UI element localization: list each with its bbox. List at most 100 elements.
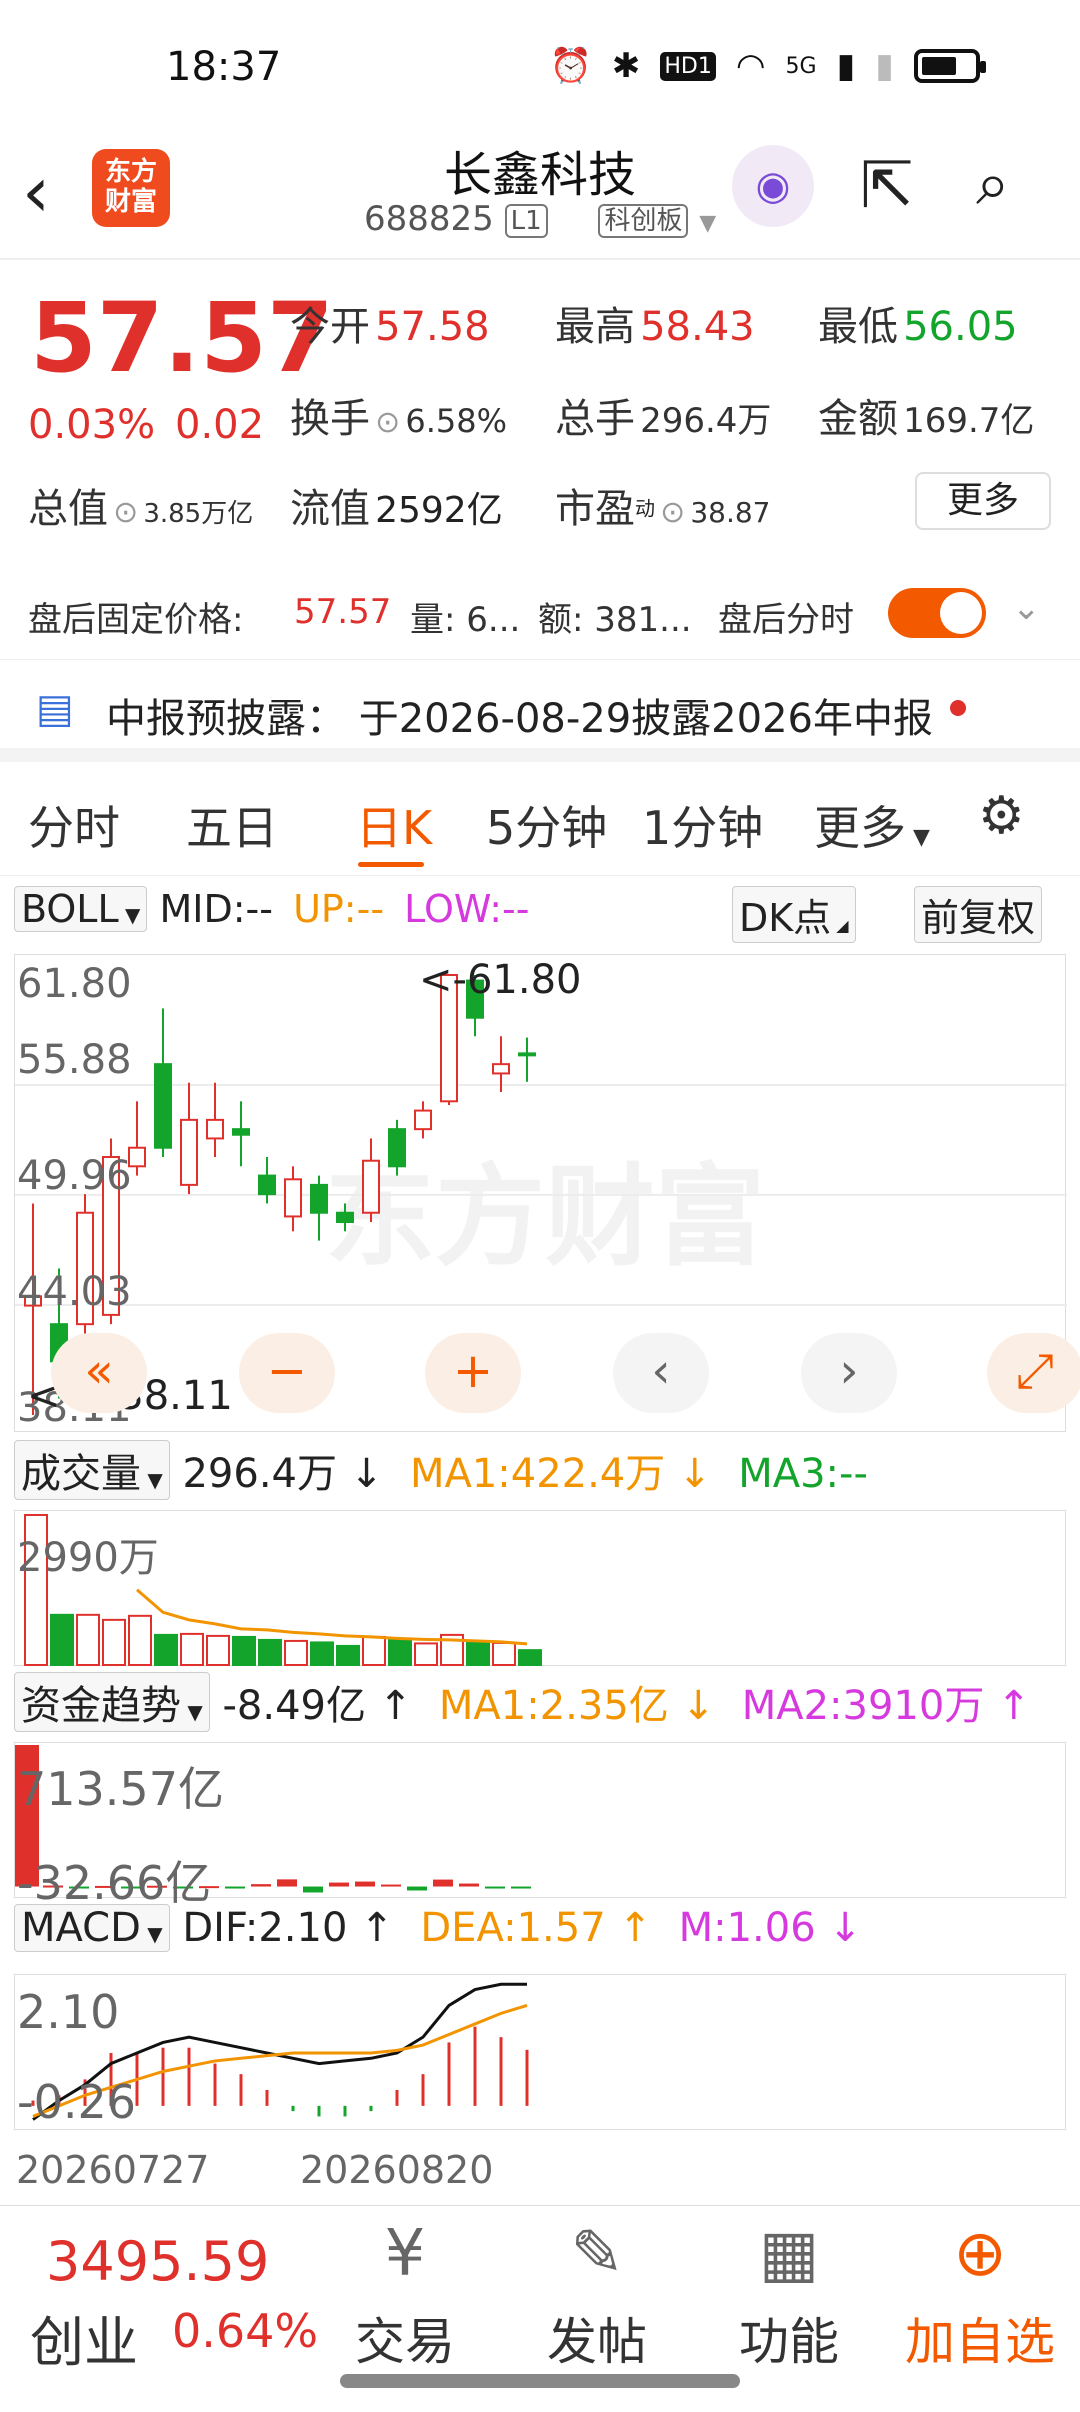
level-tag: L1: [504, 203, 548, 238]
fund-select[interactable]: 资金趋势 ▼: [14, 1672, 210, 1732]
low-label: 最低: [818, 304, 898, 350]
fund-bar: [511, 1886, 531, 1889]
tab-5min[interactable]: 5分钟: [486, 792, 607, 858]
macd-legend: MACD ▼ DIF:2.10 ↑ DEA:1.57 ↑ M:1.06 ↓: [14, 1904, 1074, 1964]
chevron-left-icon[interactable]: ‹: [613, 1333, 709, 1413]
tab-five-day[interactable]: 五日: [186, 792, 278, 858]
notice-text: 中报预披露： 于2026-08-29披露2026年中报: [106, 696, 933, 742]
volume-ma3: MA3:--: [738, 1451, 868, 1497]
volume-legend: 成交量 ▼ 296.4万 ↓ MA1:422.4万 ↓ MA3:--: [14, 1440, 1074, 1500]
fund-bar: [277, 1879, 297, 1887]
info-icon[interactable]: ⊙: [113, 495, 138, 530]
chevron-down-icon: ▼: [906, 825, 930, 850]
nav-function[interactable]: ▦ 功能: [714, 2206, 864, 2374]
fund-chart[interactable]: 713.57亿 -32.66亿: [14, 1742, 1066, 1910]
nav-post[interactable]: ✎ 发帖: [522, 2206, 672, 2374]
nav-post-label: 发帖: [547, 2313, 647, 2371]
mktcap-label: 总值: [28, 486, 108, 532]
edit-icon: ✎: [570, 2217, 624, 2291]
nav-add-watchlist-label: 加自选: [905, 2313, 1055, 2371]
tab-1min[interactable]: 1分钟: [642, 792, 763, 858]
mktcap-field: 总值 ⊙ 3.85万亿: [28, 476, 253, 534]
info-icon[interactable]: ⊙: [660, 495, 685, 530]
quote-panel: 57.57 0.03% 0.02 今开 57.58 最高 58.43 最低 56…: [0, 262, 1080, 572]
float-field: 流值 2592亿: [290, 476, 503, 534]
board-dropdown-icon[interactable]: ▼: [699, 211, 716, 236]
more-button[interactable]: 更多: [915, 472, 1051, 530]
tab-intraday[interactable]: 分时: [28, 792, 120, 858]
volume-label: 总手: [555, 396, 635, 442]
chevron-right-icon[interactable]: ›: [801, 1333, 897, 1413]
tab-daily-k[interactable]: 日K: [356, 792, 432, 858]
turnover-field: 换手 ⊙ 6.58%: [290, 386, 507, 444]
change-value: 0.02: [175, 402, 265, 448]
volume-bar: [518, 1649, 542, 1666]
chevron-down-icon[interactable]: ⌄: [1012, 588, 1041, 628]
zoom-out-button[interactable]: −: [239, 1333, 335, 1413]
pe-sup: 动: [635, 496, 655, 521]
after-hours-toggle[interactable]: [888, 588, 986, 638]
date-left: 20260727: [16, 2148, 210, 2192]
index-value[interactable]: 3495.59: [46, 2230, 269, 2293]
bluetooth-icon: ✱: [611, 46, 641, 86]
macd-select-label: MACD: [21, 1905, 141, 1951]
macd-dif: DIF:2.10 ↑: [182, 1905, 394, 1951]
macd-select[interactable]: MACD ▼: [14, 1904, 170, 1952]
index-name[interactable]: 创业: [30, 2298, 138, 2377]
kline-chart[interactable]: 东方财富 61.80 55.88 49.96 44.03 38.11 <-61.…: [14, 954, 1080, 1432]
candle-body: [518, 1052, 536, 1057]
status-time: 18:37: [166, 44, 282, 90]
unread-dot: [950, 700, 966, 716]
fund-ma2: MA2:3910万 ↑: [741, 1683, 1031, 1729]
nav-add-watchlist[interactable]: ⊕ 加自选: [890, 2206, 1070, 2374]
settings-gear-icon[interactable]: ⚙: [978, 786, 1025, 846]
volume-chart[interactable]: 2990万: [14, 1510, 1066, 1667]
trade-icon: ¥: [384, 2217, 426, 2291]
document-icon: ▤: [36, 686, 74, 732]
chevron-down-icon: ▼: [140, 1922, 163, 1946]
fund-axis-top: 713.57亿: [17, 1762, 224, 1816]
chevron-down-icon: ▼: [181, 1700, 203, 1724]
signal-empty-icon: ▮: [875, 46, 894, 86]
volume-bar: [284, 1639, 308, 1667]
after-hours-price: 57.57: [294, 592, 392, 632]
index-pct[interactable]: 0.64%: [172, 2304, 318, 2358]
macd-chart[interactable]: 2.10 -0.26: [14, 1974, 1066, 2130]
info-icon[interactable]: ⊙: [375, 405, 400, 440]
indicator-select[interactable]: BOLL ▼: [14, 886, 148, 932]
zoom-in-button[interactable]: +: [425, 1333, 521, 1413]
expand-icon[interactable]: ⤢: [987, 1333, 1080, 1413]
low-value: 56.05: [903, 304, 1018, 350]
assistant-avatar[interactable]: ◉: [732, 145, 814, 227]
low-field: 最低 56.05: [818, 294, 1018, 352]
nav-trade[interactable]: ¥ 交易: [330, 2206, 480, 2374]
boll-low: LOW:--: [404, 887, 530, 931]
candle-body: [336, 1211, 354, 1224]
after-hours-label: 盘后固定价格:: [28, 600, 244, 640]
stock-header: ‹ 东方 财富 长鑫科技 688825 L1 科创板 ▼ ◉ ⇱ ⌕: [0, 135, 1080, 260]
chevron-down-icon: ▼: [141, 1468, 163, 1492]
board-tag[interactable]: 科创板: [598, 203, 689, 238]
volume-select[interactable]: 成交量 ▼: [14, 1440, 170, 1500]
home-indicator[interactable]: [340, 2374, 740, 2388]
scroll-left-icon[interactable]: «: [51, 1333, 147, 1413]
macd-svg: [31, 1982, 529, 2121]
pe-field: 市盈动 ⊙ 38.87: [555, 476, 771, 534]
fund-bar: [381, 1884, 401, 1887]
volume-axis-top: 2990万: [17, 1535, 159, 1581]
plus-circle-icon: ⊕: [953, 2217, 1007, 2291]
notice-bar[interactable]: ▤ 中报预披露： 于2026-08-29披露2026年中报: [0, 662, 1080, 762]
tab-more[interactable]: 更多 ▼: [814, 792, 930, 858]
volume-bar: [206, 1634, 230, 1666]
volume-bar: [466, 1641, 490, 1666]
dk-point-button[interactable]: DK点 ◢: [732, 886, 856, 943]
signal-label: 5G: [785, 53, 817, 79]
corner-icon: ◢: [831, 916, 849, 935]
search-icon[interactable]: ⌕: [976, 149, 1010, 219]
volume-bar: [50, 1613, 74, 1667]
indicator-label: BOLL: [21, 887, 119, 931]
volume-select-label: 成交量: [21, 1451, 141, 1497]
grid-icon: ▦: [758, 2217, 820, 2291]
adjust-button[interactable]: 前复权: [914, 886, 1043, 943]
share-icon[interactable]: ⇱: [860, 149, 914, 223]
